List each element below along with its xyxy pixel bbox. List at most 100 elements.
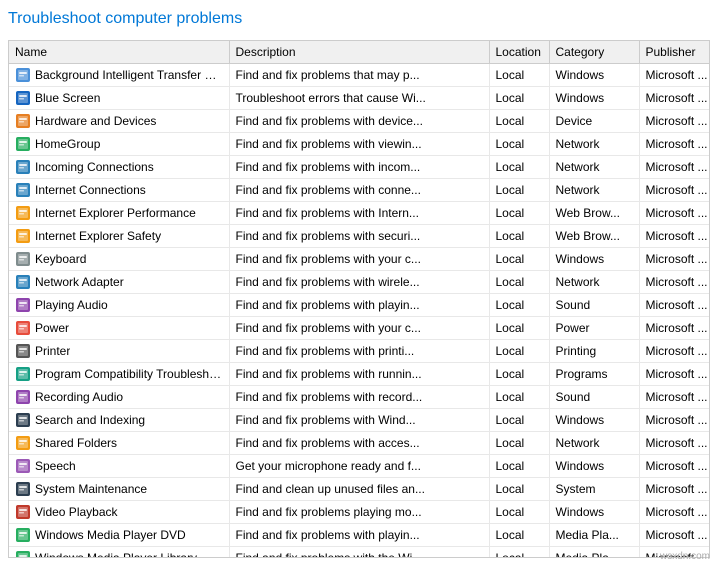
cell-desc: Find and clean up unused files an... — [229, 478, 489, 501]
cell-cat: Network — [549, 432, 639, 455]
cell-desc: Find and fix problems with printi... — [229, 340, 489, 363]
table-row[interactable]: Video PlaybackFind and fix problems play… — [9, 501, 710, 524]
cell-name: Shared Folders — [9, 432, 229, 455]
cell-pub: Microsoft ... — [639, 455, 710, 478]
cell-pub: Microsoft ... — [639, 225, 710, 248]
cell-loc: Local — [489, 363, 549, 386]
cell-cat: Sound — [549, 386, 639, 409]
item-name-text: Internet Explorer Performance — [35, 206, 196, 220]
item-name-text: Recording Audio — [35, 390, 123, 404]
table-row[interactable]: PowerFind and fix problems with your c..… — [9, 317, 710, 340]
item-name-text: Network Adapter — [35, 275, 124, 289]
cell-desc: Find and fix problems with the Wi... — [229, 547, 489, 559]
cell-name: Hardware and Devices — [9, 110, 229, 133]
item-name-text: Windows Media Player Library — [35, 551, 197, 558]
cell-name: HomeGroup — [9, 133, 229, 156]
table-row[interactable]: Internet Explorer SafetyFind and fix pro… — [9, 225, 710, 248]
cell-pub: Microsoft ... — [639, 202, 710, 225]
cell-name: Network Adapter — [9, 271, 229, 294]
table-row[interactable]: Recording AudioFind and fix problems wit… — [9, 386, 710, 409]
cell-pub: Microsoft ... — [639, 294, 710, 317]
cell-desc: Get your microphone ready and f... — [229, 455, 489, 478]
cell-desc: Find and fix problems with your c... — [229, 317, 489, 340]
cell-loc: Local — [489, 501, 549, 524]
table-row[interactable]: Background Intelligent Transfer ServiceF… — [9, 64, 710, 87]
cell-name: Internet Connections — [9, 179, 229, 202]
cell-cat: Printing — [549, 340, 639, 363]
table-row[interactable]: Program Compatibility TroubleshooterFind… — [9, 363, 710, 386]
cell-cat: Windows — [549, 455, 639, 478]
kb-icon — [15, 251, 35, 267]
col-header-name[interactable]: Name — [9, 41, 229, 64]
cell-loc: Local — [489, 478, 549, 501]
cell-desc: Find and fix problems with incom... — [229, 156, 489, 179]
table-row[interactable]: Internet Explorer Performance Find and fi… — [9, 202, 710, 225]
col-header-desc[interactable]: Description — [229, 41, 489, 64]
cell-name: Program Compatibility Troubleshooter — [9, 363, 229, 386]
cell-desc: Find and fix problems with Intern... — [229, 202, 489, 225]
cell-name: Power — [9, 317, 229, 340]
table-container[interactable]: Name Description Location Category Publi… — [8, 40, 710, 558]
cell-cat: Media Pla... — [549, 524, 639, 547]
table-row[interactable]: Shared FoldersFind and fix problems with… — [9, 432, 710, 455]
cell-pub: Microsoft ... — [639, 432, 710, 455]
cell-pub: Microsoft ... — [639, 317, 710, 340]
table-row[interactable]: HomeGroupFind and fix problems with view… — [9, 133, 710, 156]
hw-icon — [15, 113, 35, 129]
table-row[interactable]: Windows Media Player DVD Find and fix pro… — [9, 524, 710, 547]
sys-icon — [15, 481, 35, 497]
vid-icon — [15, 504, 35, 520]
cell-cat: Power — [549, 317, 639, 340]
table-row[interactable]: PrinterFind and fix problems with printi… — [9, 340, 710, 363]
cell-cat: Programs — [549, 363, 639, 386]
cell-name: Windows Media Player DVD — [9, 524, 229, 547]
cell-cat: Device — [549, 110, 639, 133]
table-row[interactable]: Network AdapterFind and fix problems wit… — [9, 271, 710, 294]
cell-loc: Local — [489, 340, 549, 363]
cell-loc: Local — [489, 317, 549, 340]
col-header-cat[interactable]: Category — [549, 41, 639, 64]
cell-loc: Local — [489, 271, 549, 294]
cell-pub: Microsoft ... — [639, 156, 710, 179]
cell-name: System Maintenance — [9, 478, 229, 501]
table-row[interactable]: Speech Get your microphone ready and f...… — [9, 455, 710, 478]
table-row[interactable]: Hardware and DevicesFind and fix problem… — [9, 110, 710, 133]
cell-loc: Local — [489, 455, 549, 478]
table-row[interactable]: Playing AudioFind and fix problems with … — [9, 294, 710, 317]
table-row[interactable]: KeyboardFind and fix problems with your … — [9, 248, 710, 271]
item-name-text: Speech — [35, 459, 76, 473]
table-header: Name Description Location Category Publi… — [9, 41, 710, 64]
cell-pub: Microsoft ... — [639, 87, 710, 110]
cell-cat: Windows — [549, 501, 639, 524]
cell-name: Incoming Connections — [9, 156, 229, 179]
cell-loc: Local — [489, 386, 549, 409]
col-header-pub[interactable]: Publisher — [639, 41, 710, 64]
cell-name: Internet Explorer Performance — [9, 202, 229, 225]
item-name-text: Hardware and Devices — [35, 114, 156, 128]
ie-icon — [15, 228, 35, 244]
cell-loc: Local — [489, 248, 549, 271]
table-row[interactable]: Internet ConnectionsFind and fix problem… — [9, 179, 710, 202]
item-name-text: Windows Media Player DVD — [35, 528, 186, 542]
cell-desc: Find and fix problems that may p... — [229, 64, 489, 87]
table-row[interactable]: Windows Media Player Library Find and fix… — [9, 547, 710, 559]
cell-name: Internet Explorer Safety — [9, 225, 229, 248]
item-name-text: Incoming Connections — [35, 160, 154, 174]
table-row[interactable]: Search and IndexingFind and fix problems… — [9, 409, 710, 432]
cell-cat: Windows — [549, 409, 639, 432]
troubleshoot-table: Name Description Location Category Publi… — [9, 41, 710, 558]
na-icon — [15, 274, 35, 290]
cell-cat: Windows — [549, 248, 639, 271]
wmp-icon — [15, 527, 35, 543]
col-header-loc[interactable]: Location — [489, 41, 549, 64]
table-row[interactable]: Blue ScreenTroubleshoot errors that caus… — [9, 87, 710, 110]
table-row[interactable]: Incoming Connections Find and fix problem… — [9, 156, 710, 179]
cell-cat: Network — [549, 271, 639, 294]
bits-icon — [15, 67, 35, 83]
cell-desc: Find and fix problems with playin... — [229, 524, 489, 547]
wmp-icon — [15, 550, 35, 558]
table-row[interactable]: System MaintenanceFind and clean up unus… — [9, 478, 710, 501]
cell-name: Video Playback — [9, 501, 229, 524]
item-name-text: HomeGroup — [35, 137, 100, 151]
cell-pub: Microsoft ... — [639, 340, 710, 363]
